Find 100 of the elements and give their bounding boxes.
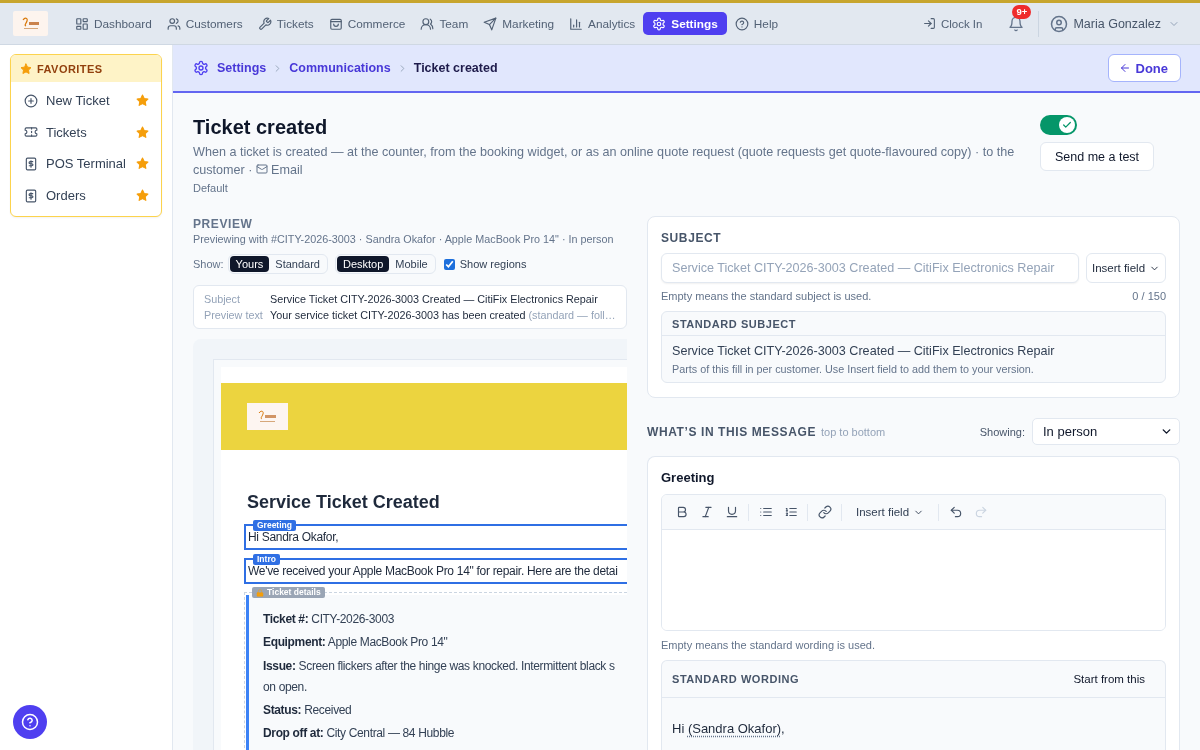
paper-plane-icon (483, 16, 498, 31)
standard-heading: STANDARD SUBJECT (672, 317, 797, 330)
add-icon (24, 93, 38, 108)
nav-item[interactable]: Analytics (562, 12, 643, 35)
user-menu[interactable]: Maria Gonzalez (1050, 14, 1180, 33)
standard-heading: STANDARD WORDING (672, 673, 800, 685)
region-text: Hi Sandra Okafor, (247, 530, 339, 546)
settings-icon (193, 60, 209, 76)
showing-select[interactable]: In person (1032, 418, 1180, 445)
standard-subject-text: Service Ticket CITY-2026-3003 Created — CitiFix Electronics Repair (672, 343, 1055, 360)
section-subheading: top to bottom (821, 425, 886, 438)
link-button[interactable] (816, 503, 833, 521)
subject-input[interactable]: Service Ticket CITY-2026-3003 Created — CitiFix Electronics Repair (661, 253, 1079, 283)
segment-option[interactable]: Standard (269, 256, 326, 272)
card-title: Greeting (661, 470, 715, 486)
show-regions-checkbox[interactable] (443, 258, 455, 270)
section-heading: PREVIEW (193, 217, 253, 231)
done-button[interactable]: Done (1107, 54, 1181, 82)
mail-icon (256, 163, 268, 175)
start-from-this-button[interactable]: Start from this (1073, 673, 1145, 685)
redo-icon (973, 505, 988, 519)
nav-item[interactable]: Customers (159, 12, 250, 35)
sidebar-item[interactable]: New Ticket (11, 85, 161, 117)
segment-option[interactable]: Mobile (389, 256, 434, 272)
segment-option[interactable]: Yours (229, 256, 270, 272)
breadcrumb-link[interactable]: Communications (289, 61, 391, 75)
bar-chart-icon (569, 16, 584, 31)
bullet-list-icon (758, 505, 773, 519)
nav-item[interactable]: Tickets (250, 12, 321, 35)
breadcrumb-link[interactable]: Settings (217, 61, 267, 75)
region-label: Intro (253, 554, 280, 565)
showing-label: Showing: (979, 425, 1025, 438)
detail-row-text: Ticket #: CITY-2026-3003 (263, 611, 395, 628)
sidebar-item[interactable]: Tickets (11, 116, 161, 149)
notification-badge: 9+ (1012, 4, 1032, 19)
notifications-button[interactable] (1008, 15, 1025, 32)
receipt-icon (24, 157, 38, 171)
favorites-title: FAVORITES (37, 62, 103, 75)
link-icon (817, 505, 832, 519)
region-label: Ticket details (267, 587, 321, 598)
section-heading: WHAT’S IN THIS MESSAGE (647, 424, 816, 439)
receipt-icon (24, 188, 38, 203)
check-icon (1062, 120, 1072, 130)
helper-text: Empty means the standard subject is used. (661, 289, 872, 303)
meta-label: Preview text (204, 308, 264, 323)
clock-in-button[interactable]: Clock In (922, 17, 983, 30)
region-text: We've received your Apple MacBook Pro 14" for repair. Here are the detai (247, 563, 618, 580)
notification-bell-icon (1008, 15, 1025, 32)
undo-icon (948, 505, 963, 519)
checkbox-label: Show regions (459, 258, 527, 270)
character-counter: 0 / 150 (1132, 289, 1166, 303)
sidebar-item[interactable]: Orders (11, 179, 161, 212)
meta-value: Service Ticket CITY-2026-3003 Created — CitiFix Electronics Repair (270, 292, 599, 307)
detail-row-text: Equipment: Apple MacBook Pro 14" (263, 634, 448, 652)
insert-field-button[interactable]: Insert field (1086, 253, 1166, 283)
detail-row-text: Status: Received (263, 701, 352, 719)
lock-icon (256, 588, 264, 597)
detail-row-text: Drop off at: City Central — 84 Hubble (263, 725, 455, 743)
ticket-icon (24, 125, 38, 140)
settings-icon (652, 16, 667, 31)
star-icon (20, 62, 32, 75)
status-text: Default (193, 181, 228, 195)
sign-in-icon (922, 17, 936, 30)
nav-item[interactable]: Marketing (476, 12, 562, 35)
description-text: When a ticket is created — at the counter, from the booking widget, or as an online quote request (quote requests get quote-flavoured copy) · to the customer · Email (193, 144, 1016, 179)
users-icon (420, 16, 435, 31)
hint-text: Parts of this fill in per customer. Use Insert field to add them to your version. (672, 362, 1034, 376)
preview-context: Previewing with #CITY-2026-3003 · Sandra Okafor · Apple MacBook Pro 14" · In person (193, 232, 614, 246)
user-avatar-icon (1050, 14, 1069, 33)
section-heading: SUBJECT (661, 231, 722, 245)
breadcrumb-current: Ticket created (413, 61, 498, 75)
insert-field-button[interactable]: Insert field (850, 506, 931, 518)
nav-item[interactable]: Settings (643, 12, 727, 35)
sidebar-item[interactable]: POS Terminal (11, 148, 161, 180)
underline-icon (724, 505, 739, 519)
send-test-button[interactable]: Send me a test (1040, 142, 1155, 171)
shopping-bag-icon (328, 16, 343, 31)
nav-item[interactable]: Team (413, 12, 476, 35)
grid-icon (75, 16, 89, 31)
email-heading: Service Ticket Created (247, 491, 440, 513)
detail-row-text: Issue: Screen flickers after the hinge was knocked. Intermittent black s on open. (263, 657, 615, 696)
numbered-list-icon (783, 505, 798, 519)
logo-icon[interactable] (13, 11, 48, 36)
wrench-icon (257, 16, 272, 31)
region-label: Greeting (253, 520, 296, 531)
show-label: Show: (193, 258, 224, 270)
segment-option[interactable]: Desktop (336, 256, 390, 272)
nav-item[interactable]: Commerce (321, 12, 413, 35)
helper-text: Empty means the standard wording is used. (661, 638, 875, 652)
enabled-toggle[interactable] (1040, 115, 1077, 135)
italic-icon (699, 505, 714, 519)
nav-item[interactable]: Help (727, 12, 786, 35)
help-icon (734, 16, 749, 31)
nav-item[interactable]: Dashboard (68, 12, 159, 35)
arrow-left-icon (1118, 62, 1131, 74)
users-icon (166, 16, 181, 31)
logo-icon (247, 403, 288, 430)
page-title: Ticket created (193, 115, 329, 139)
greeting-text: Hi (Sandra Okafor), (672, 720, 785, 738)
help-button[interactable] (13, 705, 47, 739)
